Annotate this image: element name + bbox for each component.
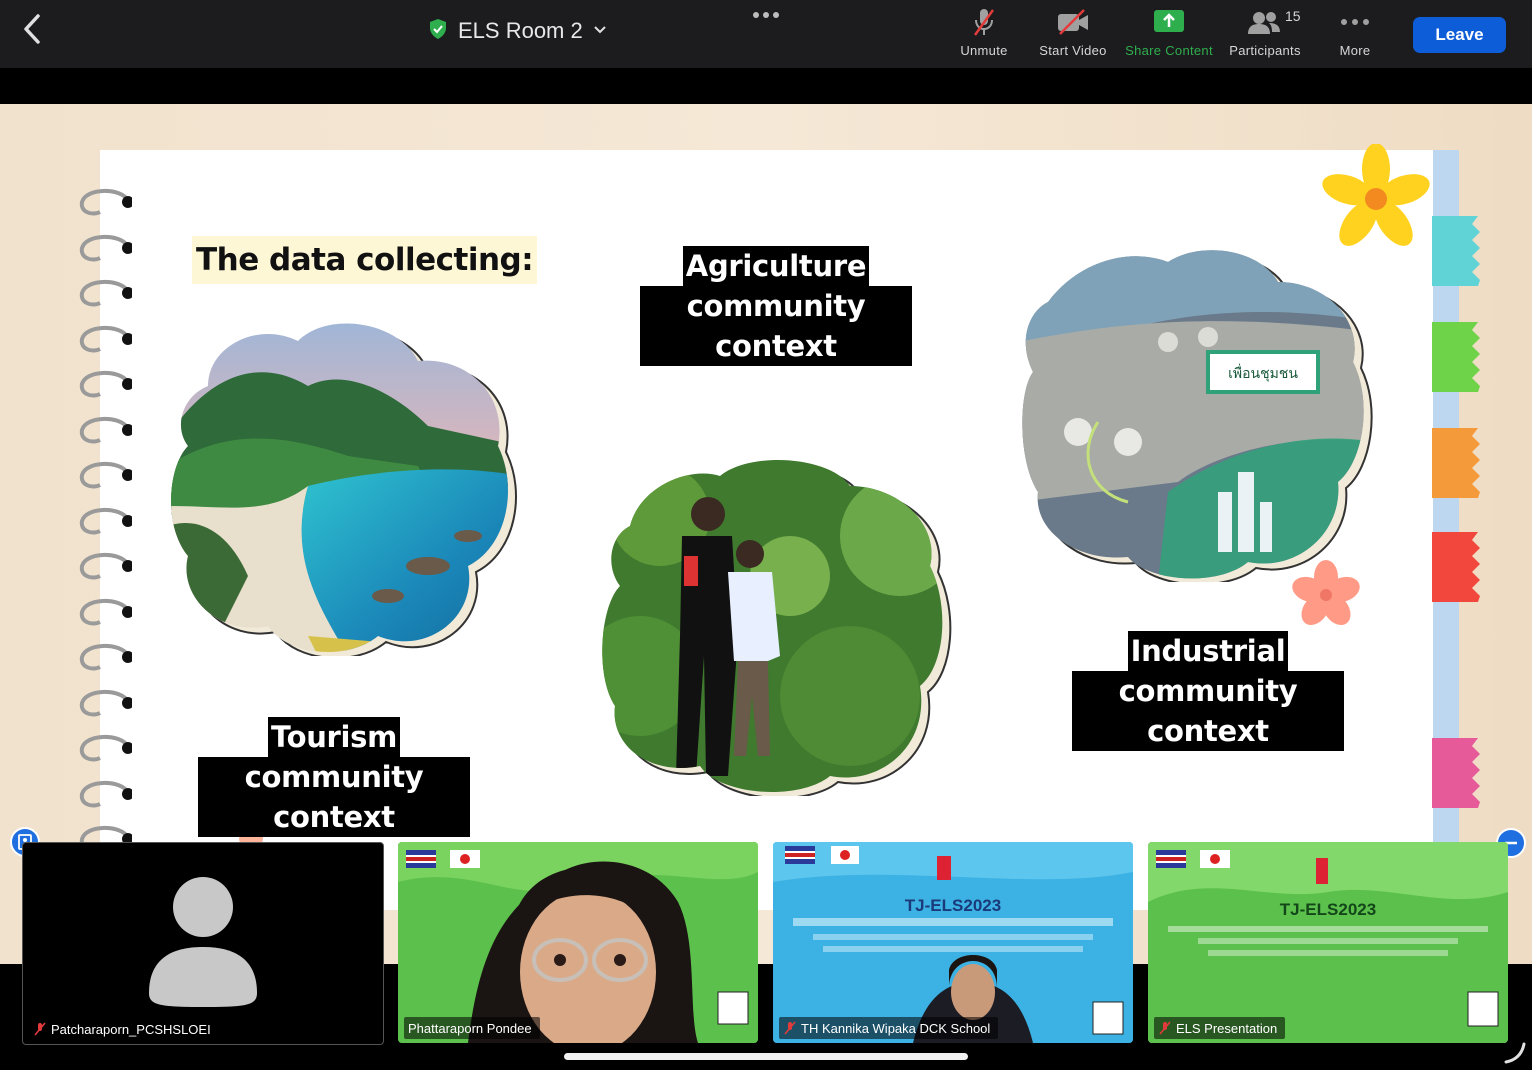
- leave-button[interactable]: Leave: [1413, 17, 1506, 53]
- spiral-ring: [79, 371, 132, 398]
- room-name: ELS Room 2: [458, 18, 583, 43]
- tourism-label: Tourism community context: [198, 717, 470, 837]
- spiral-ring: [79, 325, 132, 353]
- industrial-label-line1: Industrial: [1127, 631, 1289, 671]
- share-content-label: Share Content: [1125, 43, 1213, 58]
- start-video-label: Start Video: [1039, 43, 1107, 58]
- spiral-ring: [79, 598, 132, 626]
- participant-video: [773, 842, 1133, 1043]
- avatar-placeholder-icon: [149, 877, 257, 1007]
- spiral-ring: [79, 507, 132, 535]
- room-selector[interactable]: ELS Room 2: [428, 16, 607, 46]
- spiral-ring: [79, 189, 132, 216]
- participant-video: [1148, 842, 1508, 1043]
- community-sign-text: เพื่อนชุมชน: [1228, 364, 1298, 382]
- home-indicator: [564, 1053, 968, 1060]
- share-content-button[interactable]: Share Content: [1119, 6, 1219, 62]
- resize-handle-icon[interactable]: [1502, 1040, 1528, 1066]
- participants-label: Participants: [1229, 43, 1301, 58]
- participant-count: 15: [1285, 8, 1301, 24]
- spiral-ring: [79, 553, 132, 580]
- unmute-label: Unmute: [960, 43, 1008, 58]
- participant-name: ELS Presentation: [1176, 1020, 1278, 1036]
- index-tab-red: [1432, 532, 1480, 602]
- back-chevron-icon[interactable]: [18, 12, 48, 46]
- spiral-ring: [79, 735, 132, 762]
- participant-name: TH Kannika Wipaka DCK School: [801, 1020, 991, 1036]
- participant-name-tag: ELS Presentation: [1154, 1017, 1286, 1039]
- more-label: More: [1339, 43, 1371, 58]
- participant-name: Phattaraporn Pondee: [408, 1020, 532, 1036]
- shield-check-icon: [428, 18, 448, 45]
- participant-name-tag: Patcharaporn_PCSHSLOEI: [29, 1018, 219, 1040]
- tourism-beach-photo: [171, 323, 517, 656]
- participant-tile[interactable]: TJ-ELS2023 ELS Presentation: [1148, 842, 1508, 1043]
- spiral-ring: [79, 416, 132, 444]
- participant-name-tag: TH Kannika Wipaka DCK School: [779, 1017, 999, 1039]
- chevron-down-icon: [593, 22, 607, 40]
- participant-name: Patcharaporn_PCSHSLOEI: [51, 1021, 211, 1037]
- spiral-ring: [79, 689, 132, 717]
- video-off-icon: [1023, 6, 1123, 38]
- participant-tile[interactable]: Patcharaporn_PCSHSLOEI: [22, 842, 384, 1045]
- agriculture-label: Agriculture community context: [640, 246, 912, 366]
- event-banner-title: TJ-ELS2023: [904, 896, 1002, 915]
- tourism-label-line1: Tourism: [267, 717, 401, 757]
- start-video-button[interactable]: Start Video: [1023, 6, 1123, 62]
- event-banner-title: TJ-ELS2023: [1279, 900, 1377, 919]
- spiral-ring: [79, 280, 132, 307]
- index-tab-orange: [1432, 428, 1480, 498]
- drag-handle-dots-icon[interactable]: [752, 8, 782, 22]
- spiral-ring: [79, 462, 132, 489]
- industrial-port-photo: เพื่อนชุมชน: [1022, 250, 1373, 582]
- spiral-ring: [79, 780, 132, 808]
- shared-screen: The data collecting: Agriculture communi…: [0, 104, 1532, 964]
- more-dots-icon: [1305, 6, 1405, 38]
- spiral-ring: [79, 234, 132, 262]
- share-screen-icon: [1119, 6, 1219, 38]
- yellow-flower-icon: [1322, 144, 1430, 246]
- index-tab-teal: [1432, 216, 1480, 286]
- muted-microphone-icon: [34, 1022, 46, 1036]
- participant-video: [398, 842, 758, 1043]
- more-button[interactable]: More: [1305, 6, 1405, 62]
- agriculture-field-photo: [602, 459, 952, 796]
- muted-microphone-icon: [784, 1021, 796, 1035]
- meeting-toolbar: ELS Room 2 Unmute Start Video Share Cont…: [0, 0, 1532, 68]
- industrial-label: Industrial community context: [1072, 631, 1344, 751]
- unmute-button[interactable]: Unmute: [934, 6, 1034, 62]
- agriculture-label-line1: Agriculture: [682, 246, 870, 286]
- muted-microphone-icon: [934, 6, 1034, 38]
- index-tab-pink: [1432, 738, 1480, 808]
- spiral-ring: [79, 644, 132, 671]
- participant-tile[interactable]: Phattaraporn Pondee: [398, 842, 758, 1043]
- industrial-label-line2: community context: [1072, 671, 1344, 751]
- slide-heading: The data collecting:: [192, 236, 538, 284]
- index-tab-green: [1432, 322, 1480, 392]
- participant-tile[interactable]: TJ-ELS2023 TH Kannika Wipaka DCK School: [773, 842, 1133, 1043]
- participant-name-tag: Phattaraporn Pondee: [404, 1017, 540, 1039]
- agriculture-label-line2: community context: [640, 286, 912, 366]
- tourism-label-line2: community context: [198, 757, 470, 837]
- muted-microphone-icon: [1159, 1021, 1171, 1035]
